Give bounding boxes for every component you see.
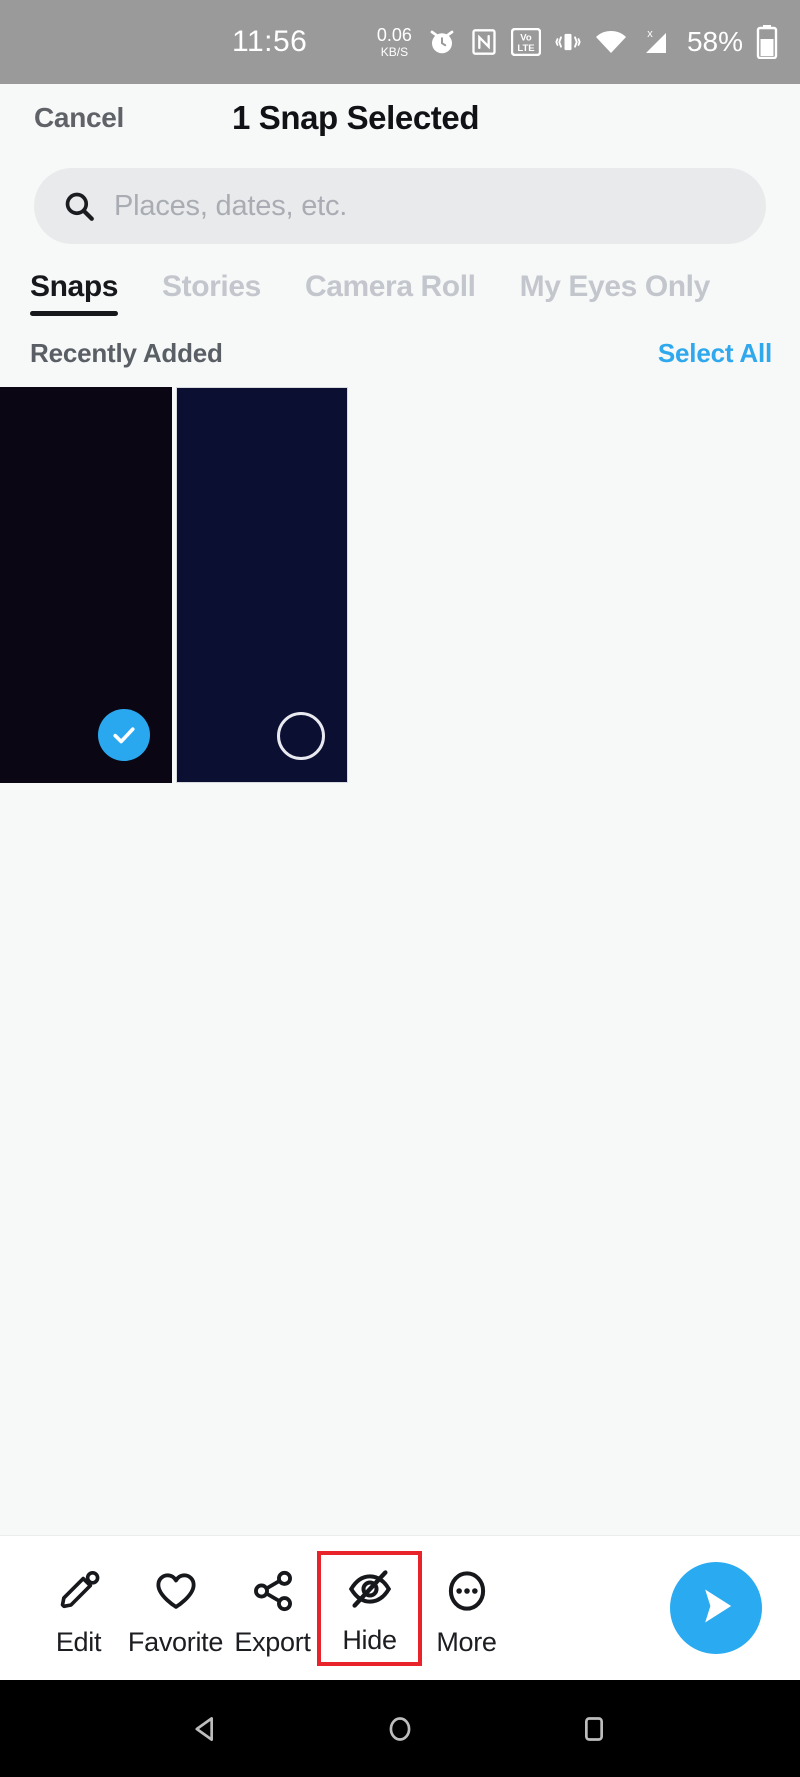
eye-slash-icon (347, 1563, 393, 1615)
content-spacer (0, 783, 800, 1535)
bottom-toolbar: Edit Favorite Export Hide More (0, 1535, 800, 1680)
svg-text:LTE: LTE (517, 43, 534, 54)
status-bar: 11:56 0.06 KB/S Vo LTE x 58% (0, 0, 800, 84)
tab-bar: Snaps Stories Camera Roll My Eyes Only (0, 244, 800, 316)
snap-2-unselected-checkbox[interactable] (277, 712, 325, 760)
battery-percent-label: 58% (686, 26, 743, 57)
share-icon (250, 1565, 296, 1617)
search-input[interactable]: Places, dates, etc. (34, 168, 766, 244)
search-icon (62, 189, 96, 223)
select-all-button[interactable]: Select All (658, 338, 772, 369)
alarm-clock-icon (427, 27, 457, 57)
back-triangle-icon[interactable] (189, 1712, 223, 1746)
home-circle-icon[interactable] (383, 1712, 417, 1746)
cellular-signal-no-sim-icon: x (640, 27, 672, 57)
export-button[interactable]: Export (224, 1559, 321, 1658)
phone-screen: 11:56 0.06 KB/S Vo LTE x 58% Cancel 1 Sn… (0, 0, 800, 1777)
edit-button[interactable]: Edit (30, 1559, 127, 1658)
send-arrow-icon (690, 1580, 742, 1637)
snap-grid (0, 387, 800, 783)
vibrate-icon (554, 28, 582, 56)
favorite-label: Favorite (127, 1626, 224, 1657)
tab-snaps[interactable]: Snaps (30, 270, 140, 316)
tab-stories-label: Stories (162, 270, 261, 303)
tab-my-eyes-only-label: My Eyes Only (519, 270, 711, 303)
page-title: 1 Snap Selected (232, 99, 480, 136)
tab-camera-roll-label: Camera Roll (304, 270, 476, 303)
export-label: Export (234, 1626, 311, 1657)
cancel-button[interactable]: Cancel (34, 102, 124, 134)
battery-icon (756, 25, 778, 59)
section-header: Recently Added Select All (0, 316, 800, 387)
search-section: Places, dates, etc. (0, 152, 800, 244)
recents-square-icon[interactable] (577, 1712, 611, 1746)
wifi-icon (595, 29, 627, 55)
ellipsis-circle-icon (444, 1565, 490, 1617)
tab-snaps-label: Snaps (30, 270, 119, 303)
nfc-icon (470, 28, 498, 56)
send-button[interactable] (670, 1562, 762, 1654)
volte-icon: Vo LTE (510, 28, 541, 56)
snap-1-selected-checkbox[interactable] (98, 709, 150, 761)
hide-label: Hide (342, 1624, 397, 1655)
hide-button[interactable]: Hide (317, 1550, 422, 1666)
snap-thumbnail-2[interactable] (176, 387, 348, 783)
edit-label: Edit (55, 1626, 102, 1657)
pencil-icon (56, 1565, 102, 1617)
tab-my-eyes-only[interactable]: My Eyes Only (498, 270, 732, 316)
android-nav-bar (0, 1680, 800, 1777)
tab-camera-roll[interactable]: Camera Roll (283, 270, 498, 316)
snap-thumbnail-1[interactable] (0, 387, 172, 783)
section-title: Recently Added (30, 338, 223, 368)
more-label: More (436, 1626, 497, 1657)
network-speed-indicator: 0.06 KB/S (377, 26, 412, 58)
check-icon (113, 727, 135, 744)
heart-icon (153, 1565, 199, 1617)
app-header: Cancel 1 Snap Selected (0, 84, 800, 152)
network-speed-value: 0.06 (376, 25, 412, 45)
more-button[interactable]: More (418, 1559, 515, 1658)
status-bar-icons: 0.06 KB/S Vo LTE x 58% (377, 25, 778, 59)
favorite-button[interactable]: Favorite (127, 1559, 224, 1658)
network-speed-unit: KB/S (380, 45, 409, 59)
svg-text:x: x (647, 28, 653, 40)
search-placeholder: Places, dates, etc. (114, 189, 348, 222)
svg-text:Vo: Vo (520, 33, 532, 44)
tab-stories[interactable]: Stories (140, 270, 283, 316)
status-bar-clock: 11:56 (232, 25, 308, 58)
